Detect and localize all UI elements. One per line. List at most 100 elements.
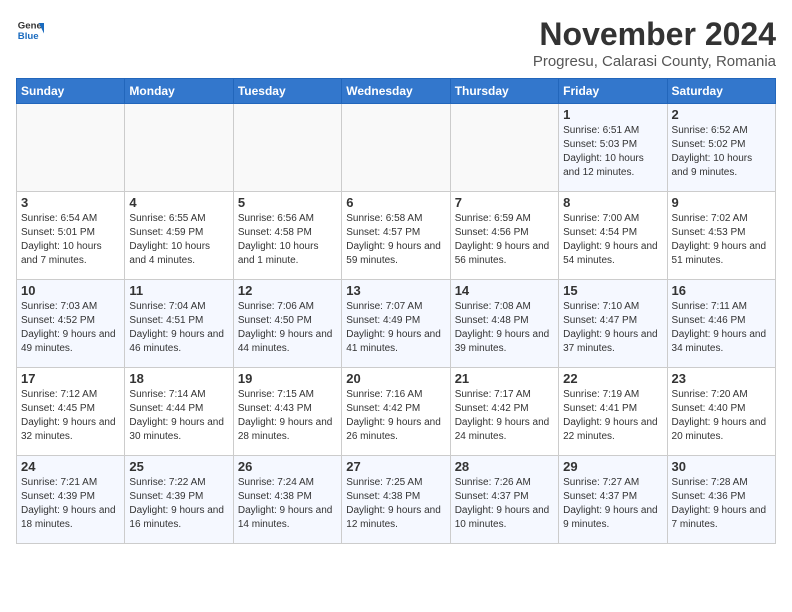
day-number: 3	[21, 195, 120, 210]
day-number: 9	[672, 195, 771, 210]
day-number: 1	[563, 107, 662, 122]
week-row-1: 1 Sunrise: 6:51 AM Sunset: 5:03 PM Daylig…	[17, 104, 776, 192]
day-info: Sunrise: 7:28 AM Sunset: 4:36 PM Dayligh…	[672, 476, 771, 532]
calendar-cell: 8Sunrise: 7:00 AM Sunset: 4:54 PM Daylig…	[559, 192, 667, 280]
calendar-cell: 29 Sunrise: 7:27 AM Sunset: 4:37 PM Dayli…	[559, 456, 667, 544]
week-row-3: 10 Sunrise: 7:03 AM Sunset: 4:52 PM Dayli…	[17, 280, 776, 368]
day-number: 7	[455, 195, 554, 210]
calendar-cell: 6Sunrise: 6:58 AM Sunset: 4:57 PM Daylig…	[342, 192, 450, 280]
day-info: Sunrise: 6:55 AM Sunset: 4:59 PM Dayligh…	[129, 212, 228, 268]
calendar-cell: 26Sunrise: 7:24 AM Sunset: 4:38 PM Dayli…	[233, 456, 341, 544]
calendar-cell: 25 Sunrise: 7:22 AM Sunset: 4:39 PM Dayli…	[125, 456, 233, 544]
calendar-cell: 11 Sunrise: 7:04 AM Sunset: 4:51 PM Dayli…	[125, 280, 233, 368]
calendar-cell: 17 Sunrise: 7:12 AM Sunset: 4:45 PM Dayli…	[17, 368, 125, 456]
calendar-cell: 14Sunrise: 7:08 AM Sunset: 4:48 PM Dayli…	[450, 280, 558, 368]
day-number: 4	[129, 195, 228, 210]
header-day-sunday: Sunday	[17, 79, 125, 104]
day-number: 25	[129, 459, 228, 474]
day-number: 30	[672, 459, 771, 474]
calendar-cell: 24 Sunrise: 7:21 AM Sunset: 4:39 PM Dayli…	[17, 456, 125, 544]
day-info: Sunrise: 7:06 AM Sunset: 4:50 PM Dayligh…	[238, 300, 337, 356]
day-number: 12	[238, 283, 337, 298]
day-info: Sunrise: 7:20 AM Sunset: 4:40 PM Dayligh…	[672, 388, 771, 444]
calendar-cell: 27Sunrise: 7:25 AM Sunset: 4:38 PM Dayli…	[342, 456, 450, 544]
day-info: Sunrise: 7:17 AM Sunset: 4:42 PM Dayligh…	[455, 388, 554, 444]
day-info: Sunrise: 7:14 AM Sunset: 4:44 PM Dayligh…	[129, 388, 228, 444]
day-number: 20	[346, 371, 445, 386]
title-area: November 2024 Progresu, Calarasi County,…	[533, 16, 776, 70]
day-number: 28	[455, 459, 554, 474]
calendar-cell: 12 Sunrise: 7:06 AM Sunset: 4:50 PM Dayli…	[233, 280, 341, 368]
day-number: 13	[346, 283, 445, 298]
header-day-monday: Monday	[125, 79, 233, 104]
day-number: 18	[129, 371, 228, 386]
calendar-cell	[342, 104, 450, 192]
day-number: 21	[455, 371, 554, 386]
svg-text:General: General	[18, 20, 44, 31]
day-info: Sunrise: 6:59 AM Sunset: 4:56 PM Dayligh…	[455, 212, 554, 268]
week-row-2: 3 Sunrise: 6:54 AM Sunset: 5:01 PM Daylig…	[17, 192, 776, 280]
week-row-5: 24 Sunrise: 7:21 AM Sunset: 4:39 PM Dayli…	[17, 456, 776, 544]
header-day-thursday: Thursday	[450, 79, 558, 104]
page-header: General Blue November 2024 Progresu, Cal…	[16, 16, 776, 70]
calendar-cell: 22Sunrise: 7:19 AM Sunset: 4:41 PM Dayli…	[559, 368, 667, 456]
day-info: Sunrise: 7:02 AM Sunset: 4:53 PM Dayligh…	[672, 212, 771, 268]
calendar-cell: 9 Sunrise: 7:02 AM Sunset: 4:53 PM Daylig…	[667, 192, 775, 280]
calendar-cell: 2Sunrise: 6:52 AM Sunset: 5:02 PM Daylig…	[667, 104, 775, 192]
day-info: Sunrise: 7:04 AM Sunset: 4:51 PM Dayligh…	[129, 300, 228, 356]
day-info: Sunrise: 7:03 AM Sunset: 4:52 PM Dayligh…	[21, 300, 120, 356]
calendar-cell: 30 Sunrise: 7:28 AM Sunset: 4:36 PM Dayli…	[667, 456, 775, 544]
day-number: 10	[21, 283, 120, 298]
day-info: Sunrise: 7:10 AM Sunset: 4:47 PM Dayligh…	[563, 300, 662, 356]
header-day-saturday: Saturday	[667, 79, 775, 104]
header-day-tuesday: Tuesday	[233, 79, 341, 104]
day-info: Sunrise: 7:26 AM Sunset: 4:37 PM Dayligh…	[455, 476, 554, 532]
calendar-cell: 1 Sunrise: 6:51 AM Sunset: 5:03 PM Daylig…	[559, 104, 667, 192]
location-title: Progresu, Calarasi County, Romania	[533, 53, 776, 70]
calendar-cell: 23Sunrise: 7:20 AM Sunset: 4:40 PM Dayli…	[667, 368, 775, 456]
day-info: Sunrise: 7:12 AM Sunset: 4:45 PM Dayligh…	[21, 388, 120, 444]
day-number: 17	[21, 371, 120, 386]
calendar-cell: 7 Sunrise: 6:59 AM Sunset: 4:56 PM Daylig…	[450, 192, 558, 280]
header-row: SundayMondayTuesdayWednesdayThursdayFrid…	[17, 79, 776, 104]
day-info: Sunrise: 7:15 AM Sunset: 4:43 PM Dayligh…	[238, 388, 337, 444]
day-number: 11	[129, 283, 228, 298]
day-number: 27	[346, 459, 445, 474]
svg-text:Blue: Blue	[18, 31, 39, 42]
day-number: 5	[238, 195, 337, 210]
header-day-friday: Friday	[559, 79, 667, 104]
day-info: Sunrise: 7:19 AM Sunset: 4:41 PM Dayligh…	[563, 388, 662, 444]
day-info: Sunrise: 7:27 AM Sunset: 4:37 PM Dayligh…	[563, 476, 662, 532]
week-row-4: 17 Sunrise: 7:12 AM Sunset: 4:45 PM Dayli…	[17, 368, 776, 456]
day-info: Sunrise: 7:21 AM Sunset: 4:39 PM Dayligh…	[21, 476, 120, 532]
calendar-cell	[450, 104, 558, 192]
day-number: 8	[563, 195, 662, 210]
day-info: Sunrise: 6:56 AM Sunset: 4:58 PM Dayligh…	[238, 212, 337, 268]
day-info: Sunrise: 7:24 AM Sunset: 4:38 PM Dayligh…	[238, 476, 337, 532]
calendar-cell: 10 Sunrise: 7:03 AM Sunset: 4:52 PM Dayli…	[17, 280, 125, 368]
header-day-wednesday: Wednesday	[342, 79, 450, 104]
day-number: 15	[563, 283, 662, 298]
day-number: 24	[21, 459, 120, 474]
calendar-cell: 15 Sunrise: 7:10 AM Sunset: 4:47 PM Dayli…	[559, 280, 667, 368]
calendar-cell: 21 Sunrise: 7:17 AM Sunset: 4:42 PM Dayli…	[450, 368, 558, 456]
day-number: 2	[672, 107, 771, 122]
day-info: Sunrise: 7:16 AM Sunset: 4:42 PM Dayligh…	[346, 388, 445, 444]
day-number: 29	[563, 459, 662, 474]
calendar-cell: 19 Sunrise: 7:15 AM Sunset: 4:43 PM Dayli…	[233, 368, 341, 456]
month-title: November 2024	[533, 16, 776, 53]
calendar-cell: 16Sunrise: 7:11 AM Sunset: 4:46 PM Dayli…	[667, 280, 775, 368]
day-number: 16	[672, 283, 771, 298]
calendar-cell: 20 Sunrise: 7:16 AM Sunset: 4:42 PM Dayli…	[342, 368, 450, 456]
calendar-table: SundayMondayTuesdayWednesdayThursdayFrid…	[16, 78, 776, 544]
calendar-cell	[233, 104, 341, 192]
day-info: Sunrise: 7:08 AM Sunset: 4:48 PM Dayligh…	[455, 300, 554, 356]
day-number: 19	[238, 371, 337, 386]
calendar-cell: 18 Sunrise: 7:14 AM Sunset: 4:44 PM Dayli…	[125, 368, 233, 456]
calendar-cell: 3 Sunrise: 6:54 AM Sunset: 5:01 PM Daylig…	[17, 192, 125, 280]
day-info: Sunrise: 6:54 AM Sunset: 5:01 PM Dayligh…	[21, 212, 120, 268]
calendar-cell: 28 Sunrise: 7:26 AM Sunset: 4:37 PM Dayli…	[450, 456, 558, 544]
day-info: Sunrise: 6:51 AM Sunset: 5:03 PM Dayligh…	[563, 124, 662, 180]
day-info: Sunrise: 7:22 AM Sunset: 4:39 PM Dayligh…	[129, 476, 228, 532]
day-info: Sunrise: 7:07 AM Sunset: 4:49 PM Dayligh…	[346, 300, 445, 356]
